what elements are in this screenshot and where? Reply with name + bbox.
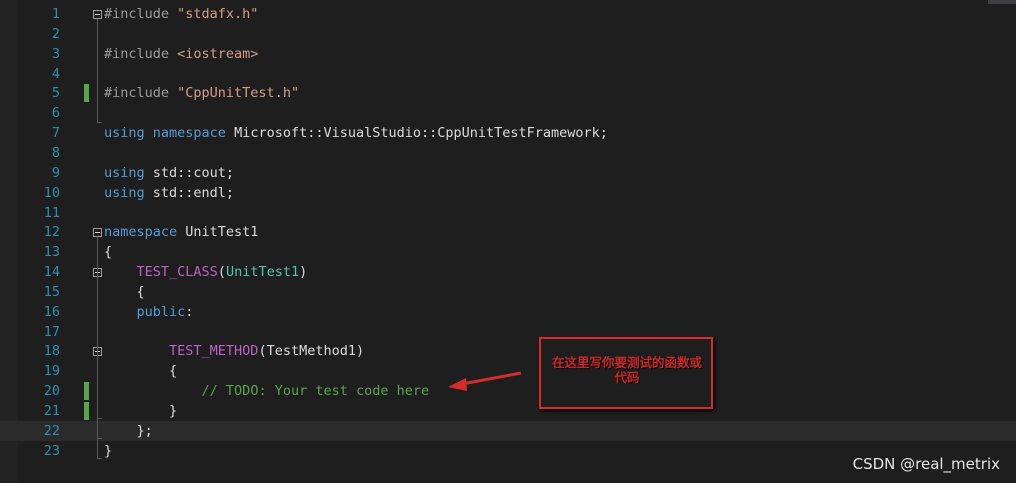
watermark: CSDN @real_metrix: [852, 455, 1000, 473]
annotation-arrow-icon: [448, 371, 522, 391]
annotation-text: 在这里写你要测试的函数或代码: [551, 355, 702, 385]
annotation-callout-box: 在这里写你要测试的函数或代码: [539, 337, 713, 409]
